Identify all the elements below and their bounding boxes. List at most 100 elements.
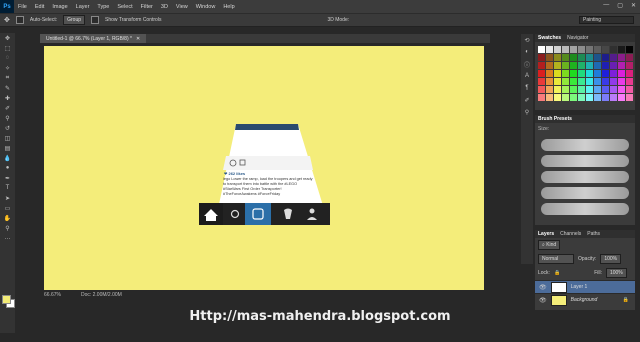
color-swatch[interactable] <box>554 54 561 61</box>
swatch-grid[interactable] <box>535 42 635 105</box>
color-swatch[interactable] <box>562 62 569 69</box>
workspace-select[interactable]: Painting <box>579 16 634 24</box>
color-swatch[interactable] <box>626 86 633 93</box>
color-swatch[interactable] <box>562 54 569 61</box>
color-swatch[interactable] <box>546 86 553 93</box>
color-swatch[interactable] <box>578 78 585 85</box>
tab-layers[interactable]: Layers <box>538 231 554 237</box>
color-swatch[interactable] <box>570 78 577 85</box>
move-tool-icon[interactable]: ✥ <box>0 33 15 43</box>
menu-help[interactable]: Help <box>219 4 238 10</box>
more-tools-icon[interactable]: … <box>0 233 15 243</box>
color-swatch[interactable] <box>626 62 633 69</box>
color-swatch[interactable] <box>586 70 593 77</box>
tab-swatches[interactable]: Swatches <box>538 35 561 41</box>
magic-wand-icon[interactable]: ✧ <box>0 63 15 73</box>
color-swatch[interactable] <box>594 94 601 101</box>
close-tab-icon[interactable]: ✕ <box>136 36 140 42</box>
color-swatch[interactable] <box>554 86 561 93</box>
color-swatch[interactable] <box>594 86 601 93</box>
color-swatch[interactable] <box>602 62 609 69</box>
color-swatch[interactable] <box>602 70 609 77</box>
path-select-icon[interactable]: ➤ <box>0 193 15 203</box>
color-swatch[interactable] <box>538 46 545 53</box>
color-swatch[interactable] <box>586 94 593 101</box>
menu-window[interactable]: Window <box>192 4 220 10</box>
history-brush-icon[interactable]: ↺ <box>0 123 15 133</box>
color-swatch[interactable] <box>570 46 577 53</box>
color-swatch[interactable] <box>610 94 617 101</box>
eye-icon[interactable]: 👁 <box>539 284 547 291</box>
color-swatch[interactable] <box>538 62 545 69</box>
color-swatch[interactable] <box>538 54 545 61</box>
color-swatch[interactable] <box>610 46 617 53</box>
color-swatch[interactable] <box>546 70 553 77</box>
color-swatch[interactable] <box>562 94 569 101</box>
color-swatch[interactable] <box>586 46 593 53</box>
color-swatch[interactable] <box>546 94 553 101</box>
color-swatch[interactable] <box>546 54 553 61</box>
history-icon[interactable]: ⟲ <box>521 34 533 46</box>
color-swatch[interactable] <box>538 86 545 93</box>
color-swatch[interactable] <box>610 70 617 77</box>
menu-view[interactable]: View <box>172 4 192 10</box>
color-swatch[interactable] <box>546 78 553 85</box>
color-swatch[interactable] <box>618 94 625 101</box>
menu-type[interactable]: Type <box>93 4 113 10</box>
tab-paths[interactable]: Paths <box>587 231 600 237</box>
zoom-level[interactable]: 66.67% <box>44 292 61 298</box>
color-swatch[interactable] <box>602 54 609 61</box>
color-swatch[interactable] <box>594 78 601 85</box>
color-swatch[interactable] <box>618 86 625 93</box>
eyedropper-icon[interactable]: ✎ <box>0 83 15 93</box>
color-swatch[interactable] <box>626 78 633 85</box>
color-swatch[interactable] <box>626 54 633 61</box>
color-swatch[interactable] <box>562 46 569 53</box>
color-swatch[interactable] <box>538 78 545 85</box>
color-swatch[interactable] <box>538 70 545 77</box>
color-swatch[interactable] <box>538 94 545 101</box>
color-swatch[interactable] <box>554 78 561 85</box>
color-swatch[interactable] <box>546 46 553 53</box>
auto-select-dropdown[interactable]: Group <box>63 15 86 25</box>
color-swatch[interactable] <box>586 54 593 61</box>
color-swatch[interactable] <box>570 94 577 101</box>
show-transform-checkbox[interactable] <box>91 16 100 24</box>
brush-preset-1[interactable] <box>541 139 629 151</box>
color-swatch[interactable] <box>570 86 577 93</box>
opacity-input[interactable]: 100% <box>600 254 622 264</box>
tab-brush-presets[interactable]: Brush Presets <box>538 116 572 122</box>
color-swatch[interactable] <box>578 86 585 93</box>
canvas[interactable]: ❤ 262 likes lego Lower the ramp, load th… <box>44 46 484 290</box>
color-swatch[interactable] <box>594 70 601 77</box>
zoom-tool-icon[interactable]: ⚲ <box>0 223 15 233</box>
lasso-tool-icon[interactable]: ◌ <box>0 53 15 63</box>
lock-icon[interactable]: 🔒 <box>554 270 560 276</box>
color-swatch[interactable] <box>578 70 585 77</box>
color-swatch[interactable] <box>618 70 625 77</box>
color-swatch[interactable] <box>626 70 633 77</box>
marquee-tool-icon[interactable]: ⬚ <box>0 43 15 53</box>
clone-stamp-icon[interactable]: ⚲ <box>0 113 15 123</box>
color-swatch[interactable] <box>546 62 553 69</box>
info-icon[interactable]: ⓘ <box>521 58 533 70</box>
paragraph-icon[interactable]: ¶ <box>521 82 533 94</box>
brush-tool-icon[interactable]: ✐ <box>0 103 15 113</box>
color-swatch[interactable] <box>570 70 577 77</box>
document-tab[interactable]: Untitled-1 @ 66.7% (Layer 1, RGB/8) * ✕ <box>40 34 147 43</box>
color-swatch[interactable] <box>602 78 609 85</box>
color-swatch[interactable] <box>610 78 617 85</box>
color-swatch[interactable] <box>586 86 593 93</box>
menu-file[interactable]: File <box>14 4 31 10</box>
type-tool-icon[interactable]: T <box>0 183 15 193</box>
color-swatch[interactable] <box>570 54 577 61</box>
foreground-color-swatch[interactable] <box>2 295 11 304</box>
auto-select-checkbox[interactable] <box>15 16 24 24</box>
color-swatch[interactable] <box>562 70 569 77</box>
brush-preset-2[interactable] <box>541 155 629 167</box>
pen-tool-icon[interactable]: ✒ <box>0 173 15 183</box>
blend-mode-select[interactable]: Normal <box>538 254 574 264</box>
color-swatch[interactable] <box>562 86 569 93</box>
color-swatch[interactable] <box>570 62 577 69</box>
layer-row-background[interactable]: 👁 Background 🔒 <box>535 293 635 306</box>
